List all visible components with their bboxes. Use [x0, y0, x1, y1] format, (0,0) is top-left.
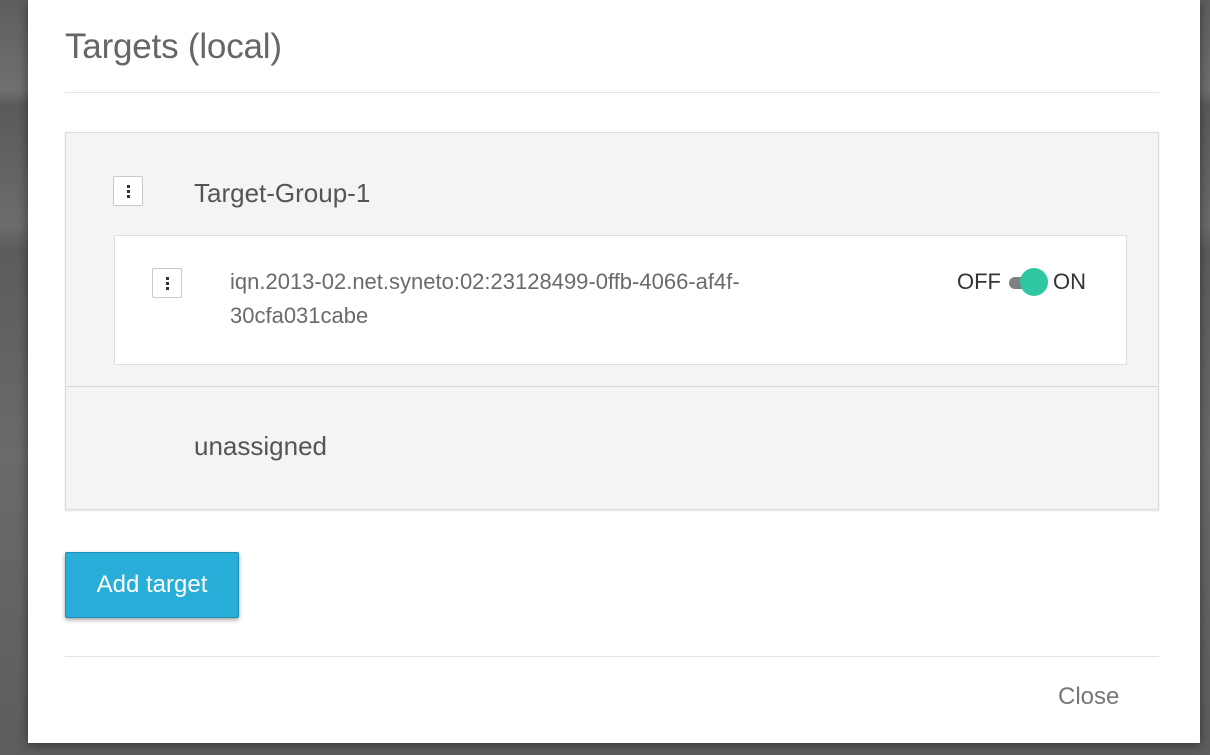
group-menu-button[interactable]: [113, 176, 143, 206]
target-groups-panel: Target-Group-1 iqn.2013-02.net.syneto:02…: [65, 132, 1159, 510]
target-iqn: iqn.2013-02.net.syneto:02:23128499-0ffb-…: [230, 265, 910, 333]
group-name: Target-Group-1: [194, 178, 371, 208]
targets-dialog: Targets (local) Target-Group-1 iqn.2013-…: [28, 0, 1200, 743]
toggle-off-label: OFF: [957, 269, 1001, 294]
title-divider: [65, 92, 1159, 93]
toggle-knob: [1020, 268, 1048, 296]
footer-divider: [65, 656, 1159, 657]
toggle-on-label: ON: [1053, 269, 1086, 294]
target-enable-toggle-group: OFF ON: [957, 267, 1086, 297]
target-menu-button[interactable]: [152, 268, 182, 298]
target-iqn-line1: iqn.2013-02.net.syneto:02:23128499-0ffb-…: [230, 269, 740, 294]
target-iqn-line2: 30cfa031cabe: [230, 303, 369, 328]
kebab-menu-icon: [165, 276, 169, 290]
kebab-menu-icon: [126, 184, 130, 198]
dialog-title: Targets (local): [65, 27, 282, 66]
target-card: iqn.2013-02.net.syneto:02:23128499-0ffb-…: [114, 235, 1127, 365]
add-target-button[interactable]: Add target: [65, 552, 239, 618]
unassigned-group-label: unassigned: [194, 431, 327, 461]
target-enable-toggle[interactable]: [1009, 267, 1048, 297]
close-button[interactable]: Close: [1058, 683, 1119, 711]
panel-divider: [66, 386, 1158, 387]
